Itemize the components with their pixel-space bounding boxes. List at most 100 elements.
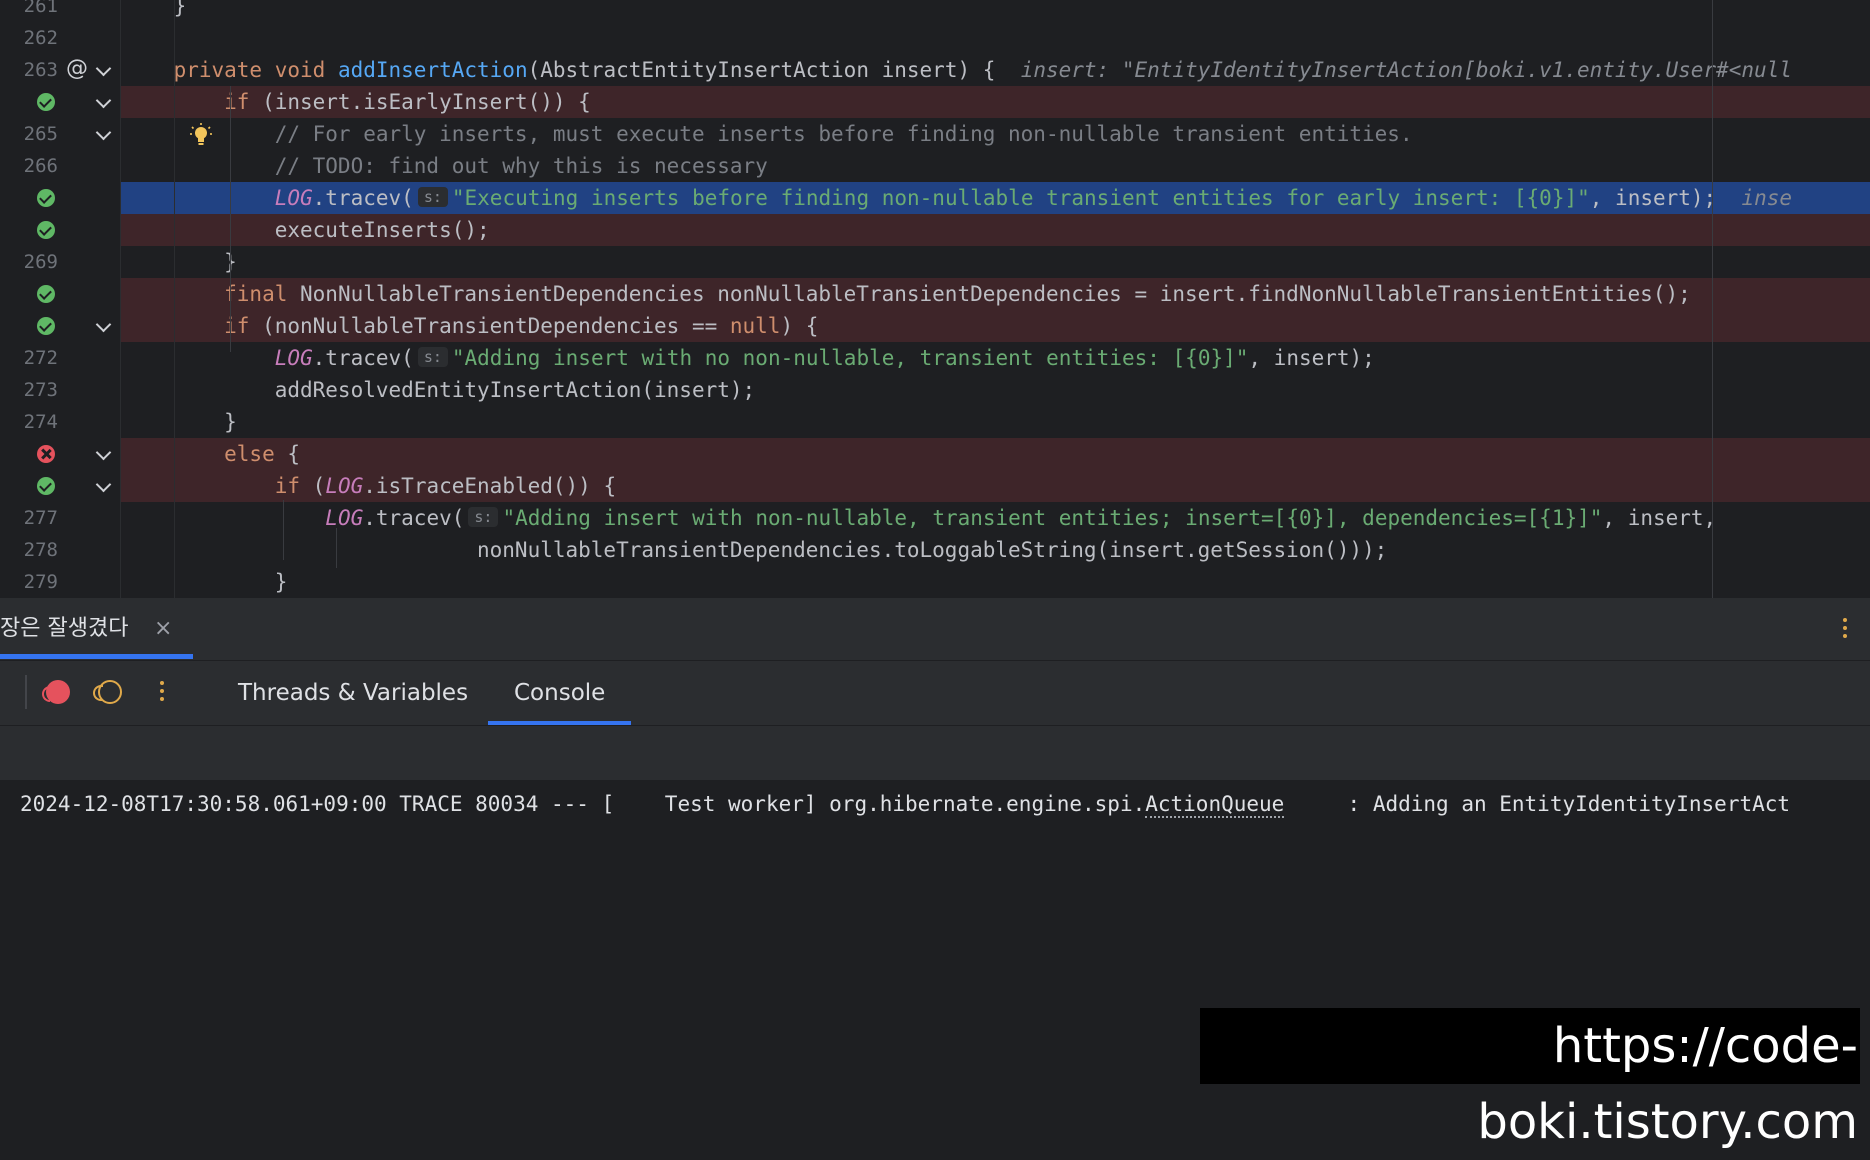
debug-toolbar: Threads & Variables Console bbox=[0, 661, 1870, 726]
at-icon[interactable]: @ bbox=[66, 54, 88, 84]
code-line[interactable]: if (LOG.isTraceEnabled()) { bbox=[0, 470, 1870, 502]
code-line[interactable]: 265 // For early inserts, must execute i… bbox=[0, 118, 1870, 150]
debug-session-tab-label: 장은 잘생겼다 bbox=[0, 616, 129, 641]
code-text[interactable]: final NonNullableTransientDependencies n… bbox=[123, 278, 1691, 310]
code-text[interactable]: // TODO: find out why this is necessary bbox=[123, 150, 768, 182]
close-icon[interactable]: × bbox=[154, 616, 172, 642]
gutter[interactable]: 279 bbox=[0, 566, 121, 598]
check-circle-icon[interactable] bbox=[37, 221, 55, 239]
code-token: NonNullableTransientDependencies nonNull… bbox=[300, 282, 1691, 306]
chevron-down-icon[interactable] bbox=[95, 124, 112, 141]
code-line[interactable]: else { bbox=[0, 438, 1870, 470]
code-text[interactable]: if (insert.isEarlyInsert()) { bbox=[123, 86, 591, 118]
indent-guide bbox=[336, 528, 337, 568]
code-line[interactable]: if (nonNullableTransientDependencies == … bbox=[0, 310, 1870, 342]
kebab-icon[interactable] bbox=[160, 681, 164, 703]
code-text[interactable]: } bbox=[123, 566, 288, 598]
code-line[interactable]: final NonNullableTransientDependencies n… bbox=[0, 278, 1870, 310]
check-circle-icon[interactable] bbox=[37, 189, 55, 207]
code-line[interactable]: 263 @ private void addInsertAction(Abstra… bbox=[0, 54, 1870, 86]
gutter[interactable] bbox=[0, 86, 121, 118]
gutter[interactable] bbox=[0, 310, 121, 342]
code-text[interactable]: if (LOG.isTraceEnabled()) { bbox=[123, 470, 616, 502]
line-number: 269 bbox=[23, 251, 58, 273]
mute-breakpoints-icon[interactable] bbox=[93, 680, 122, 704]
gutter[interactable]: 272 bbox=[0, 342, 121, 374]
right-margin-guide bbox=[1712, 0, 1713, 598]
gutter[interactable] bbox=[0, 470, 121, 502]
code-text[interactable]: addResolvedEntityInsertAction(insert); bbox=[123, 374, 755, 406]
code-token: null bbox=[729, 314, 781, 338]
record-icon[interactable] bbox=[42, 680, 70, 704]
chevron-down-icon[interactable] bbox=[95, 60, 112, 77]
code-line[interactable]: 278 nonNullableTransientDependencies.toL… bbox=[0, 534, 1870, 566]
code-text[interactable]: } bbox=[123, 406, 237, 438]
code-line[interactable]: LOG.tracev(s: "Executing inserts before f… bbox=[0, 182, 1870, 214]
kebab-icon[interactable] bbox=[1843, 618, 1847, 640]
check-circle-icon[interactable] bbox=[37, 477, 55, 495]
gutter[interactable] bbox=[0, 278, 121, 310]
gutter[interactable]: 261 bbox=[0, 0, 121, 22]
indent-guide bbox=[230, 86, 231, 246]
gutter[interactable]: 262 bbox=[0, 22, 121, 54]
debug-session-tab[interactable]: 장은 잘생겼다 bbox=[0, 598, 128, 660]
code-token: } bbox=[123, 0, 187, 18]
code-token: ) { bbox=[780, 314, 819, 338]
code-text[interactable]: LOG.tracev(s: "Adding insert with non-nul… bbox=[123, 502, 1716, 534]
tab-console[interactable]: Console bbox=[487, 661, 632, 725]
code-line[interactable]: if (insert.isEarlyInsert()) { bbox=[0, 86, 1870, 118]
gutter[interactable] bbox=[0, 438, 121, 470]
code-line[interactable]: 272 LOG.tracev(s: "Adding insert with no … bbox=[0, 342, 1870, 374]
gutter[interactable] bbox=[0, 214, 121, 246]
code-token: (insert.isEarlyInsert()) { bbox=[262, 90, 591, 114]
line-number: 274 bbox=[23, 411, 58, 433]
gutter[interactable]: 266 bbox=[0, 150, 121, 182]
chevron-down-icon[interactable] bbox=[95, 476, 112, 493]
code-line[interactable]: 269 } bbox=[0, 246, 1870, 278]
gutter[interactable] bbox=[0, 182, 121, 214]
check-circle-icon[interactable] bbox=[37, 285, 55, 303]
x-circle-icon[interactable] bbox=[37, 445, 55, 463]
chevron-down-icon[interactable] bbox=[95, 316, 112, 333]
line-number: 272 bbox=[23, 347, 58, 369]
gutter[interactable]: 274 bbox=[0, 406, 121, 438]
code-text[interactable]: } bbox=[123, 0, 187, 22]
parameter-hint: s: bbox=[417, 347, 448, 367]
code-text[interactable]: else { bbox=[123, 438, 300, 470]
code-line[interactable]: 273 addResolvedEntityInsertAction(insert… bbox=[0, 374, 1870, 406]
class-link[interactable]: ActionQueue bbox=[1145, 792, 1285, 818]
code-text[interactable]: LOG.tracev(s: "Executing inserts before f… bbox=[123, 182, 1792, 214]
code-editor[interactable]: 261 } 262 263 @ private void addInsertActio… bbox=[0, 0, 1870, 598]
check-circle-icon[interactable] bbox=[37, 317, 55, 335]
code-text[interactable]: if (nonNullableTransientDependencies == … bbox=[123, 310, 818, 342]
gutter[interactable]: 265 bbox=[0, 118, 121, 150]
code-text[interactable]: } bbox=[123, 246, 237, 278]
gutter[interactable]: 273 bbox=[0, 374, 121, 406]
code-text[interactable]: executeInserts(); bbox=[123, 214, 490, 246]
code-line[interactable]: 262 bbox=[0, 22, 1870, 54]
code-text[interactable]: // For early inserts, must execute inser… bbox=[123, 118, 1413, 150]
code-token: (AbstractEntityInsertAction insert) { bbox=[527, 58, 1021, 82]
code-line[interactable]: executeInserts(); bbox=[0, 214, 1870, 246]
code-line[interactable]: 279 } bbox=[0, 566, 1870, 598]
code-text[interactable]: private void addInsertAction(AbstractEnt… bbox=[123, 54, 1792, 86]
line-number: 262 bbox=[23, 27, 58, 49]
gutter[interactable]: 269 bbox=[0, 246, 121, 278]
chevron-down-icon[interactable] bbox=[95, 444, 112, 461]
code-token: executeInserts(); bbox=[123, 218, 490, 242]
check-circle-icon[interactable] bbox=[37, 93, 55, 111]
code-line[interactable]: 274 } bbox=[0, 406, 1870, 438]
code-token: .isTraceEnabled()) { bbox=[363, 474, 617, 498]
code-line[interactable]: 266 // TODO: find out why this is necess… bbox=[0, 150, 1870, 182]
code-line[interactable]: 261 } bbox=[0, 0, 1870, 22]
line-number: 261 bbox=[23, 0, 58, 17]
gutter[interactable]: 263 @ bbox=[0, 54, 121, 86]
log-message: : Adding an EntityIdentityInsertAct bbox=[1284, 792, 1791, 816]
chevron-down-icon[interactable] bbox=[95, 92, 112, 109]
tab-threads-variables[interactable]: Threads & Variables bbox=[238, 661, 468, 725]
gutter[interactable]: 278 bbox=[0, 534, 121, 566]
code-text[interactable]: LOG.tracev(s: "Adding insert with no non-… bbox=[123, 342, 1375, 374]
code-line[interactable]: 277 LOG.tracev(s: "Adding insert with non… bbox=[0, 502, 1870, 534]
code-text[interactable]: nonNullableTransientDependencies.toLogga… bbox=[123, 534, 1387, 566]
gutter[interactable]: 277 bbox=[0, 502, 121, 534]
